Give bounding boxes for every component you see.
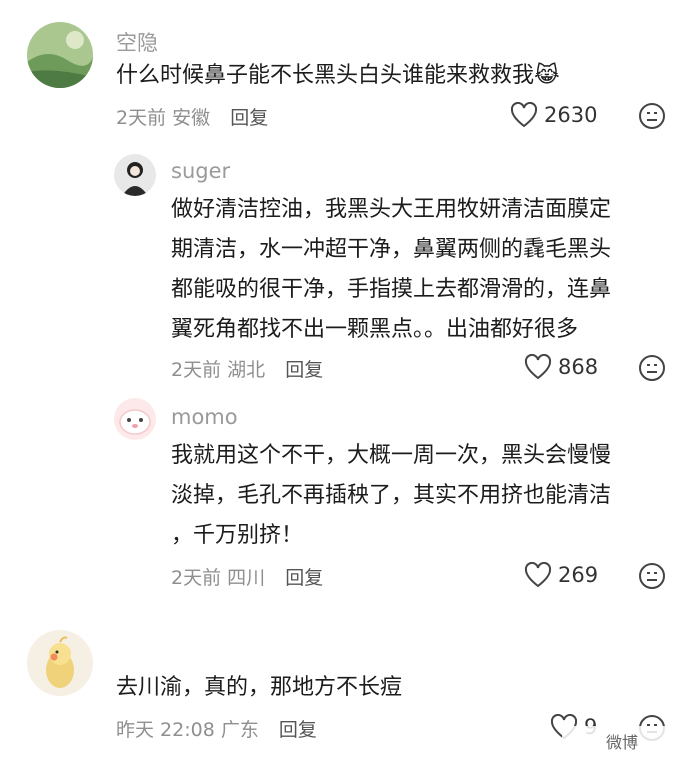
comment-time: 昨天 22:08	[116, 719, 215, 741]
comment-location: 安徽	[172, 107, 211, 129]
dislike-button[interactable]	[638, 562, 666, 594]
cat-laugh-emoji: 😹	[534, 63, 560, 88]
comment-location: 广东	[220, 719, 259, 741]
comment-text: 什么时候鼻子能不长黑头白头谁能来救救我😹	[116, 56, 560, 96]
like-count: 2630	[544, 103, 598, 127]
text-line: 翼死角都找不出一颗黑点。。出油都好很多	[171, 317, 579, 342]
avatar[interactable]	[114, 154, 156, 196]
frown-icon	[639, 103, 665, 129]
text-line: 我就用这个不干，大概一周一次，黑头会慢慢	[171, 443, 612, 468]
comment-time: 2天前	[171, 567, 222, 589]
like-button[interactable]: 2630	[510, 102, 597, 128]
username[interactable]: suger	[171, 159, 230, 183]
avatar[interactable]	[27, 630, 93, 696]
reply-button[interactable]: 回复	[285, 567, 323, 589]
frown-icon	[639, 355, 665, 381]
heart-icon	[524, 562, 552, 588]
text-line: 淡掉，毛孔不再插秧了，其实不用挤也能清洁	[171, 483, 612, 508]
username[interactable]: momo	[171, 405, 238, 429]
like-count: 269	[558, 563, 599, 587]
like-button[interactable]: 868	[524, 354, 598, 380]
reply-button[interactable]: 回复	[230, 107, 268, 129]
comment-time: 2天前	[171, 359, 222, 381]
comment-location: 四川	[227, 567, 266, 589]
reply-comment-1: suger 做好清洁控油，我黑头大王用牧妍清洁面膜定 期清洁，水一冲超干净，鼻翼…	[0, 150, 690, 390]
username[interactable]: 空隐	[116, 27, 158, 57]
like-count: 868	[558, 355, 599, 379]
comment-time: 2天前	[116, 107, 167, 129]
reply-button[interactable]: 回复	[279, 719, 317, 741]
dislike-button[interactable]	[638, 102, 666, 134]
comment-1: 空隐 什么时候鼻子能不长黑头白头谁能来救救我😹 2天前 安徽 回复 2630	[0, 0, 690, 150]
avatar[interactable]	[114, 398, 156, 440]
text-line: 都能吸的很干净，手指摸上去都滑滑的，连鼻	[171, 277, 612, 302]
text-line: 做好清洁控油，我黑头大王用牧妍清洁面膜定	[171, 197, 612, 222]
comment-meta: 昨天 22:08 广东 回复	[116, 715, 317, 742]
heart-icon	[524, 354, 552, 380]
avatar[interactable]	[27, 22, 93, 88]
reply-button[interactable]: 回复	[285, 359, 323, 381]
dislike-button[interactable]	[638, 354, 666, 386]
watermark: 微博	[562, 726, 682, 756]
reply-comment-2: momo 我就用这个不干，大概一周一次，黑头会慢慢 淡掉，毛孔不再插秧了，其实不…	[0, 392, 690, 607]
like-button[interactable]: 269	[524, 562, 598, 588]
comment-meta: 2天前 安徽 回复	[116, 103, 268, 130]
text-line: ，千万别挤！	[171, 523, 304, 548]
text-line: 期清洁，水一冲超干净，鼻翼两侧的毳毛黑头	[171, 237, 612, 262]
heart-icon	[510, 102, 538, 128]
comment-text: 去川渝，真的，那地方不长痘	[116, 675, 403, 700]
comment-location: 湖北	[227, 359, 266, 381]
comment-meta: 2天前 湖北 回复	[171, 355, 323, 382]
comment-body: 什么时候鼻子能不长黑头白头谁能来救救我	[116, 63, 535, 88]
comment-text: 我就用这个不干，大概一周一次，黑头会慢慢 淡掉，毛孔不再插秧了，其实不用挤也能清…	[171, 436, 611, 556]
comment-text: 做好清洁控油，我黑头大王用牧妍清洁面膜定 期清洁，水一冲超干净，鼻翼两侧的毳毛黑…	[171, 190, 611, 350]
frown-icon	[639, 563, 665, 589]
comment-meta: 2天前 四川 回复	[171, 563, 323, 590]
